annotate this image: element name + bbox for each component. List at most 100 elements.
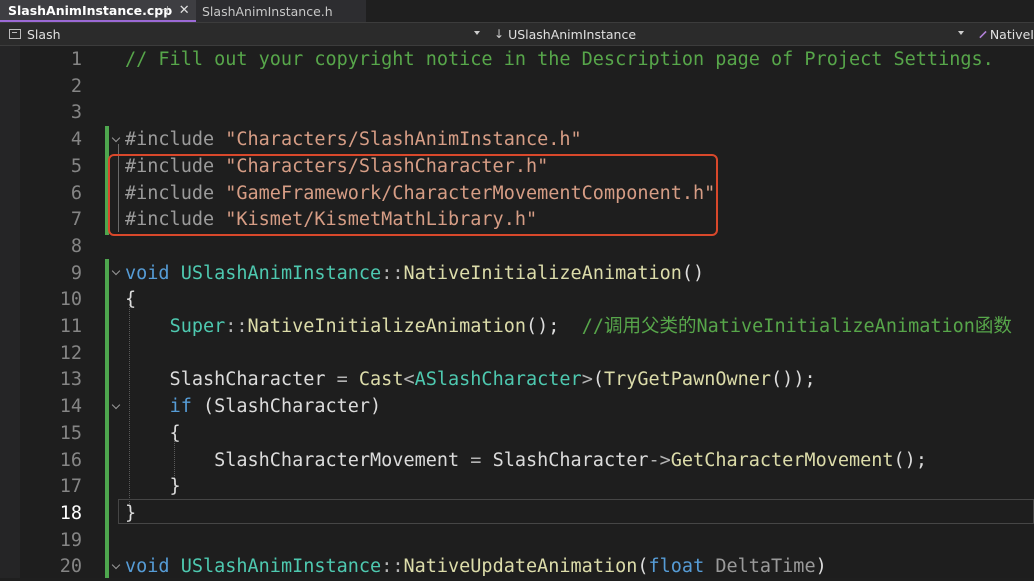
code-token: (SlashCharacter)	[191, 396, 382, 418]
change-indicator	[105, 259, 109, 578]
code-token: ());	[771, 369, 816, 391]
code-token: SlashCharacter	[125, 369, 337, 391]
fold-toggle-icon[interactable]	[112, 402, 122, 410]
code-line[interactable]: {	[125, 287, 136, 314]
code-token: Super	[169, 316, 226, 337]
code-token: (	[637, 556, 649, 578]
code-line[interactable]: {	[125, 421, 181, 448]
code-line[interactable]: #include "Characters/SlashAnimInstance.h…	[125, 127, 582, 154]
tab-bar: SlashAnimInstance.cpp ⊣ ✕ SlashAnimInsta…	[0, 0, 1034, 22]
code-token: NativeInitializeAnimation	[247, 316, 526, 337]
method-icon	[979, 30, 987, 38]
line-number-gutter: 1 2 3 4 5 6 7 8 9 10 11 12 13 14 15 16 17 18 19 20	[20, 46, 102, 578]
code-token: Cast	[358, 369, 404, 391]
tab-label: SlashAnimInstance.h	[202, 3, 333, 19]
tab-slashaniminstance-cpp[interactable]: SlashAnimInstance.cpp ⊣ ✕	[0, 0, 196, 22]
tab-label: SlashAnimInstance.cpp	[8, 2, 173, 18]
code-token: SlashCharacterMovement	[125, 449, 471, 471]
project-icon	[9, 29, 21, 39]
code-token: //调用父类的NativeInitializeAnimation函数	[581, 316, 1012, 337]
code-token: GetCharacterMovement	[670, 449, 894, 471]
line-number: 2	[70, 75, 82, 97]
code-token: )	[815, 556, 827, 578]
code-token: SlashCharacter	[492, 449, 649, 471]
code-token: ASlashCharacter	[414, 369, 582, 391]
code-line[interactable]: // Fill out your copyright notice in the…	[125, 47, 994, 74]
code-token: if	[169, 396, 192, 418]
line-number: 16	[59, 449, 82, 471]
code-token: DeltaTime	[715, 556, 816, 578]
line-number: 12	[59, 342, 82, 364]
code-token: USlashAnimInstance	[180, 262, 382, 284]
line-number: 1	[70, 49, 82, 70]
code-token: #include	[125, 129, 226, 151]
code-line[interactable]: }	[125, 474, 181, 501]
line-number: 17	[59, 476, 82, 498]
scope-dropdown[interactable]: ↓ USlashAnimInstance	[490, 23, 970, 45]
code-token: >	[581, 369, 593, 391]
margin-strip	[0, 46, 20, 578]
line-number: 15	[59, 422, 82, 444]
code-token: =	[470, 449, 493, 471]
navigation-bar: Slash ↓ USlashAnimInstance NativeI	[0, 22, 1034, 46]
code-token: TryGetPawnOwner	[603, 369, 772, 391]
code-line[interactable]: SlashCharacterMovement = SlashCharacter-…	[125, 448, 927, 475]
member-dropdown[interactable]: NativeI	[974, 23, 1034, 45]
line-number: 13	[59, 369, 82, 391]
member-name: NativeI	[989, 26, 1034, 42]
code-token: }	[125, 502, 137, 524]
fold-toggle-icon[interactable]	[112, 135, 122, 143]
pin-icon[interactable]: ⊣	[160, 5, 169, 16]
line-number: 4	[70, 129, 82, 151]
code-line[interactable]: if (SlashCharacter)	[125, 394, 382, 421]
code-line[interactable]: void USlashAnimInstance::NativeInitializ…	[125, 261, 704, 288]
line-number: 8	[70, 235, 82, 257]
code-token: =	[336, 369, 359, 391]
code-token: {	[125, 289, 137, 311]
code-token: ()	[681, 262, 705, 284]
code-line[interactable]: void USlashAnimInstance::NativeUpdateAni…	[125, 554, 827, 581]
fold-toggle-icon[interactable]	[112, 268, 122, 276]
chevron-down-icon	[474, 31, 480, 35]
annotation-box	[108, 154, 718, 236]
code-token: }	[125, 476, 181, 498]
line-number: 18	[59, 502, 82, 524]
code-token: (	[592, 369, 604, 391]
code-line[interactable]: SlashCharacter = Cast<ASlashCharacter>(T…	[125, 367, 816, 394]
line-number: 19	[59, 529, 82, 551]
code-token: void	[125, 556, 181, 578]
code-token: <	[403, 369, 415, 391]
line-number: 6	[70, 182, 82, 204]
code-token: ::	[381, 262, 404, 284]
line-number: 5	[70, 155, 82, 177]
arrow-down-icon: ↓	[494, 27, 505, 41]
chevron-down-icon	[958, 31, 964, 35]
code-token: NativeInitializeAnimation	[403, 262, 682, 284]
code-token: USlashAnimInstance	[180, 556, 382, 578]
fold-toggle-icon[interactable]	[112, 562, 122, 570]
code-token: // Fill out your copyright notice in the…	[125, 49, 994, 70]
close-icon[interactable]: ✕	[179, 3, 190, 18]
line-number: 20	[59, 556, 82, 578]
code-line[interactable]: }	[125, 501, 136, 528]
line-number: 9	[70, 262, 82, 284]
code-token: {	[125, 422, 181, 444]
code-token: ::	[225, 316, 248, 337]
line-number: 7	[70, 209, 82, 231]
code-token: "Characters/SlashAnimInstance.h"	[225, 129, 582, 151]
code-token: ->	[648, 449, 671, 471]
code-editor[interactable]: 1 2 3 4 5 6 7 8 9 10 11 12 13 14 15 16 17 18 19 20 // Fill …	[0, 46, 1034, 578]
code-token: NativeUpdateAnimation	[403, 556, 638, 578]
current-line-highlight	[118, 499, 1034, 524]
code-token: ();	[526, 316, 582, 337]
scope-name: USlashAnimInstance	[508, 26, 637, 42]
code-token: float	[648, 556, 716, 578]
tab-slashaniminstance-h[interactable]: SlashAnimInstance.h	[196, 0, 366, 22]
line-number: 11	[59, 316, 82, 337]
line-number: 3	[70, 102, 82, 124]
line-number: 14	[59, 396, 82, 418]
line-number: 10	[59, 289, 82, 311]
code-line[interactable]: Super::NativeInitializeAnimation(); //调用…	[125, 314, 1012, 341]
project-dropdown[interactable]: Slash	[0, 23, 486, 45]
